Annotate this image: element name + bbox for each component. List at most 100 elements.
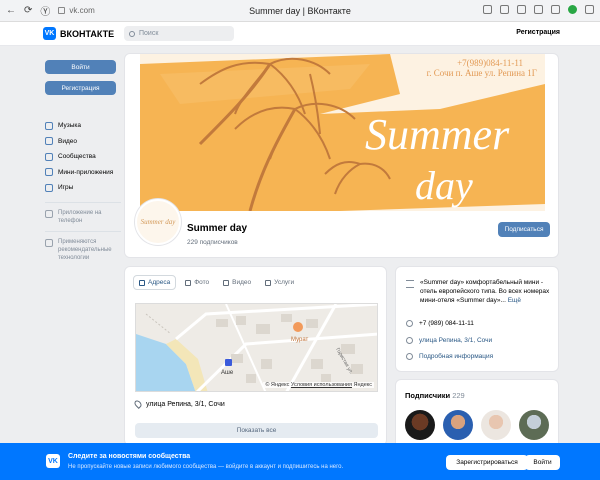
cover-address: г. Сочи п. Аше ул. Репина 1Г — [426, 68, 537, 78]
vk-logo[interactable]: VK ВКОНТАКТЕ — [43, 27, 114, 40]
info-icon — [45, 238, 53, 247]
sidebar-item-label: Музыка — [58, 122, 81, 130]
protect-icon[interactable] — [568, 5, 577, 14]
sidebar-item-video[interactable]: Видео — [45, 134, 125, 150]
subscriber-avatar[interactable] — [481, 410, 511, 440]
sidebar-item-label: Мини-приложения — [58, 168, 114, 176]
subscribers-count: 229 — [452, 391, 465, 400]
community-avatar[interactable]: Summer day — [135, 199, 181, 245]
map-copyright-brand: © Яндекс — [265, 382, 290, 388]
tab-label: Видео — [232, 279, 252, 286]
sidebar-item-communities[interactable]: Сообщества — [45, 149, 125, 165]
back-icon[interactable]: ← — [6, 5, 16, 16]
subscribers-title[interactable]: Подписчики 229 — [405, 391, 465, 400]
cover-slogan-line-2: day — [415, 163, 473, 208]
map-terms-link[interactable]: Условия использования — [291, 382, 352, 388]
subscribers-avatars — [405, 410, 549, 440]
show-all-button[interactable]: Показать все — [135, 423, 378, 438]
pin-icon — [133, 399, 143, 409]
sidebar-menu: Музыка Видео Сообщества Мини-приложения … — [45, 118, 125, 268]
banner-title: Следите за новостями сообщества — [68, 453, 191, 460]
tab-video[interactable]: Видео — [218, 275, 256, 290]
map-hotel-label: Мурат — [291, 337, 309, 343]
login-promo-banner: VK Следите за новостями сообщества Не пр… — [0, 443, 600, 480]
browser-extension-icons — [483, 5, 594, 14]
sidebar-item-music[interactable]: Музыка — [45, 118, 125, 134]
tab-addresses[interactable]: Адреса — [133, 275, 177, 290]
subscriber-avatar[interactable] — [443, 410, 473, 440]
downloads-icon[interactable] — [551, 5, 560, 14]
services-icon — [265, 279, 272, 286]
video-icon — [223, 279, 230, 286]
music-icon — [45, 121, 53, 130]
communities-icon — [45, 152, 53, 161]
phone-icon — [45, 209, 53, 218]
sidebar-item-games[interactable]: Игры — [45, 180, 125, 196]
phone-icon — [406, 320, 413, 327]
tab-label: Адреса — [148, 279, 171, 286]
subscriber-avatar[interactable] — [405, 410, 435, 440]
banner-subtitle: Не пропускайте новые записи любимого соо… — [68, 464, 344, 470]
recommend-note-label: Применяются рекомендательные технологии — [58, 238, 112, 261]
yandex-icon[interactable]: Ⓨ — [40, 3, 50, 18]
reload-icon[interactable]: ⟳ — [24, 5, 32, 16]
yandex-map[interactable]: Мурат Аше Гористая ул. © Яндекс Условия … — [135, 303, 378, 392]
cover-phone: +7(989)084-11-11 — [457, 58, 523, 68]
tab-label: Услуги — [274, 279, 295, 286]
community-header-card: Summer day +7(989)084-11-11 г. Сочи п. А… — [124, 53, 559, 258]
address-bar[interactable]: vk.com — [58, 6, 95, 15]
address-link[interactable]: улица Репина, 3/1, Сочи — [419, 337, 492, 344]
translate-icon[interactable] — [483, 5, 492, 14]
vk-logo-icon: VK — [46, 454, 60, 468]
tab-label: Фото — [194, 279, 210, 286]
sidebar-recommend-note[interactable]: Применяются рекомендательные технологии — [45, 238, 125, 262]
sidebar-divider — [45, 201, 121, 203]
address-text: улица Репина, 3/1, Сочи — [146, 400, 225, 408]
video-icon — [45, 137, 53, 146]
search-icon — [129, 30, 135, 37]
bookmark-icon[interactable] — [500, 5, 509, 14]
subscriber-avatar[interactable] — [519, 410, 549, 440]
description-text: «Summer day» комфортабельный мини - отел… — [420, 279, 550, 304]
community-subscribers[interactable]: 229 подписчиков — [187, 239, 238, 246]
browser-toolbar: ← ⟳ Ⓨ vk.com Summer day | ВКонтакте — [0, 0, 600, 22]
sidebar-item-apps[interactable]: Мини-приложения — [45, 165, 125, 181]
headphones-icon[interactable] — [517, 5, 526, 14]
sidebar-item-label: Сообщества — [58, 153, 96, 161]
sidebar-item-label: Видео — [58, 137, 77, 145]
address-line: улица Репина, 3/1, Сочи — [133, 399, 225, 409]
sidebar-phone-app[interactable]: Приложение на телефон — [45, 209, 125, 225]
phone-app-label: Приложение на телефон — [58, 209, 102, 224]
info-details: Подробная информация — [406, 353, 493, 360]
tab-services[interactable]: Услуги — [260, 275, 299, 290]
tabs-icon[interactable] — [534, 5, 543, 14]
address-tabs: Адреса Фото Видео Услуги — [133, 275, 299, 290]
apps-icon — [45, 168, 53, 177]
share-icon[interactable] — [585, 5, 594, 14]
community-name: Summer day — [187, 223, 248, 234]
map-place-label: Аше — [221, 370, 234, 376]
info-phone: +7 (989) 084-11-11 — [406, 320, 474, 327]
description-icon — [406, 280, 414, 288]
info-card: «Summer day» комфортабельный мини - отел… — [395, 266, 559, 372]
more-link[interactable]: Ещё — [508, 297, 521, 304]
sidebar-divider — [45, 230, 121, 232]
photo-icon — [185, 279, 192, 286]
login-button[interactable]: Войти — [45, 60, 116, 74]
banner-register-button[interactable]: Зарегистрироваться — [446, 455, 528, 470]
vk-logo-text: ВКОНТАКТЕ — [60, 28, 115, 39]
cover-slogan-line-1: Summer — [365, 110, 510, 159]
search-input[interactable]: Поиск — [124, 26, 234, 41]
community-description: «Summer day» комфортабельный мини - отел… — [406, 278, 560, 305]
register-button[interactable]: Регистрация — [45, 81, 116, 95]
details-link[interactable]: Подробная информация — [419, 353, 493, 360]
map-drawing: Мурат Аше Гористая ул. — [136, 304, 377, 391]
url-text: vk.com — [69, 6, 95, 15]
search-placeholder: Поиск — [139, 30, 159, 37]
tab-photo[interactable]: Фото — [180, 275, 214, 290]
header-register-link[interactable]: Регистрация — [516, 29, 560, 36]
banner-login-button[interactable]: Войти — [525, 455, 560, 470]
subscribe-button[interactable]: Подписаться — [498, 222, 550, 237]
subscribers-title-text: Подписчики — [405, 391, 451, 400]
map-copyright: © Яндекс Условия использования Яндекс — [263, 382, 374, 388]
